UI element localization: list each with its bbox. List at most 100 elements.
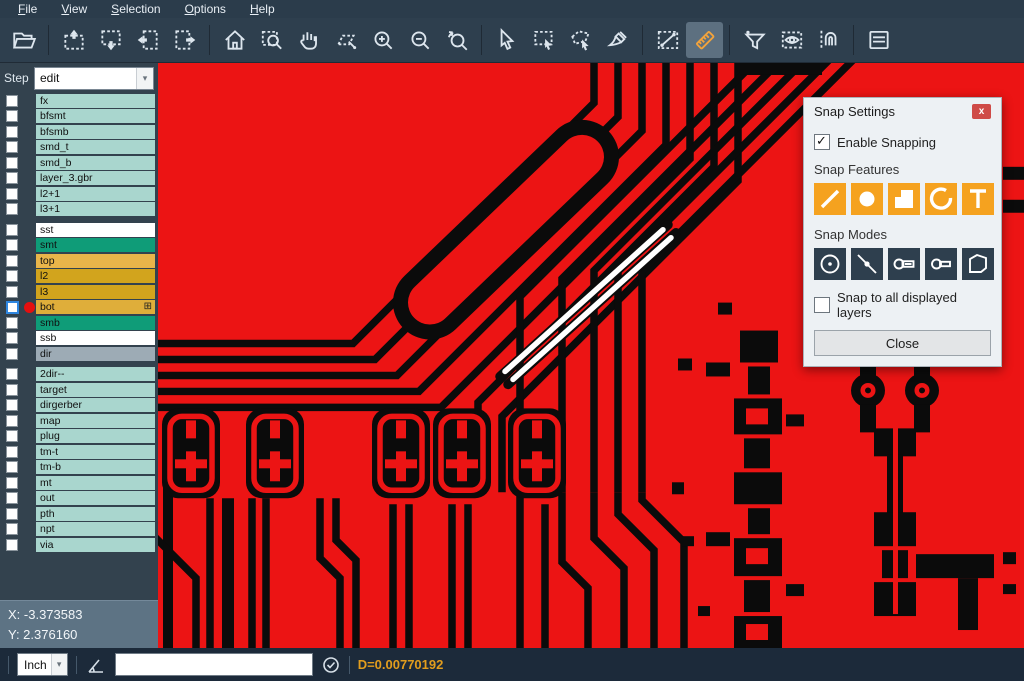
layer-name[interactable]: out bbox=[36, 491, 155, 505]
layer-checkbox[interactable] bbox=[6, 430, 18, 442]
paint-select-icon[interactable] bbox=[599, 22, 636, 58]
home-view-icon[interactable] bbox=[216, 22, 253, 58]
layer-name[interactable]: bot⊞ bbox=[36, 300, 155, 314]
layer-checkbox[interactable] bbox=[6, 255, 18, 267]
layer-checkbox[interactable] bbox=[6, 368, 18, 380]
zoom-previous-icon[interactable] bbox=[438, 22, 475, 58]
layer-name[interactable]: dir bbox=[36, 347, 155, 361]
layer-checkbox[interactable] bbox=[6, 224, 18, 236]
select-arrow-icon[interactable] bbox=[488, 22, 525, 58]
command-input[interactable] bbox=[115, 653, 313, 676]
layer-checkbox[interactable] bbox=[6, 348, 18, 360]
zoom-window-icon[interactable] bbox=[253, 22, 290, 58]
layer-name[interactable]: sst bbox=[36, 223, 155, 237]
filter-icon[interactable] bbox=[736, 22, 773, 58]
unit-select[interactable]: Inch ▾ bbox=[17, 653, 68, 676]
enable-snapping-checkbox[interactable] bbox=[814, 134, 830, 150]
measure-distance-icon[interactable] bbox=[649, 22, 686, 58]
snap-mode-midpoint-button[interactable] bbox=[851, 248, 883, 280]
layer-name[interactable]: l2+1 bbox=[36, 187, 155, 201]
pan-hand-icon[interactable] bbox=[290, 22, 327, 58]
layer-name[interactable]: layer_3.gbr bbox=[36, 171, 155, 185]
snap-feature-text-button[interactable] bbox=[962, 183, 994, 215]
layer-name[interactable]: fx bbox=[36, 94, 155, 108]
layer-checkbox[interactable] bbox=[6, 286, 18, 298]
snap-mode-region-button[interactable] bbox=[962, 248, 994, 280]
snap-indicator-icon[interactable] bbox=[321, 655, 341, 675]
layer-name[interactable]: 2dir-- bbox=[36, 367, 155, 381]
layer-checkbox[interactable] bbox=[6, 446, 18, 458]
snap-feature-pad-button[interactable] bbox=[851, 183, 883, 215]
layer-checkbox[interactable] bbox=[6, 539, 18, 551]
snap-feature-arc-button[interactable] bbox=[925, 183, 957, 215]
layer-name[interactable]: target bbox=[36, 383, 155, 397]
snap-all-layers-checkbox[interactable] bbox=[814, 297, 830, 313]
menu-help[interactable]: Help bbox=[240, 1, 285, 18]
layer-checkbox[interactable] bbox=[6, 270, 18, 282]
snap-feature-surface-button[interactable] bbox=[888, 183, 920, 215]
layer-checkbox[interactable] bbox=[6, 95, 18, 107]
view-options-icon[interactable] bbox=[773, 22, 810, 58]
layer-name[interactable]: l3 bbox=[36, 285, 155, 299]
menu-selection[interactable]: Selection bbox=[101, 1, 170, 18]
layer-name[interactable]: l3+1 bbox=[36, 202, 155, 216]
chevron-down-icon[interactable]: ▾ bbox=[136, 68, 153, 89]
layer-checkbox[interactable] bbox=[6, 188, 18, 200]
layer-checkbox[interactable] bbox=[6, 110, 18, 122]
layer-form-icon[interactable] bbox=[860, 22, 897, 58]
menu-file[interactable]: File bbox=[8, 1, 47, 18]
layer-name[interactable]: via bbox=[36, 538, 155, 552]
shift-down-icon[interactable] bbox=[92, 22, 129, 58]
layer-name[interactable]: pth bbox=[36, 507, 155, 521]
layer-checkbox[interactable] bbox=[6, 492, 18, 504]
zoom-object-icon[interactable] bbox=[327, 22, 364, 58]
layer-name[interactable]: smd_b bbox=[36, 156, 155, 170]
layer-checkbox[interactable] bbox=[6, 157, 18, 169]
layer-name[interactable]: dirgerber bbox=[36, 398, 155, 412]
layer-checkbox[interactable] bbox=[6, 203, 18, 215]
layer-name[interactable]: tm-b bbox=[36, 460, 155, 474]
layer-name[interactable]: l2 bbox=[36, 269, 155, 283]
layer-checkbox[interactable] bbox=[6, 317, 18, 329]
layer-name[interactable]: smb bbox=[36, 316, 155, 330]
snap-mode-pad-entry-button[interactable] bbox=[888, 248, 920, 280]
zoom-out-icon[interactable] bbox=[401, 22, 438, 58]
layer-checkbox[interactable] bbox=[6, 477, 18, 489]
layer-checkbox[interactable] bbox=[6, 239, 18, 251]
open-folder-icon[interactable] bbox=[5, 22, 42, 58]
layer-checkbox[interactable] bbox=[6, 508, 18, 520]
shift-up-icon[interactable] bbox=[55, 22, 92, 58]
layer-checkbox[interactable] bbox=[6, 172, 18, 184]
step-select[interactable]: edit ▾ bbox=[34, 67, 154, 90]
ruler-measure-icon[interactable] bbox=[686, 22, 723, 58]
select-polygon-icon[interactable] bbox=[562, 22, 599, 58]
angle-measure-icon[interactable] bbox=[85, 655, 107, 675]
layer-checkbox[interactable] bbox=[6, 141, 18, 153]
snap-icon[interactable] bbox=[810, 22, 847, 58]
close-button[interactable]: Close bbox=[814, 330, 991, 356]
layer-checkbox[interactable] bbox=[6, 332, 18, 344]
layer-name[interactable]: smt bbox=[36, 238, 155, 252]
snap-mode-center-button[interactable] bbox=[814, 248, 846, 280]
shift-left-icon[interactable] bbox=[129, 22, 166, 58]
layer-name[interactable]: ssb bbox=[36, 331, 155, 345]
snap-feature-line-button[interactable] bbox=[814, 183, 846, 215]
layer-name[interactable]: bfsmt bbox=[36, 109, 155, 123]
layer-checkbox[interactable] bbox=[6, 415, 18, 427]
layer-checkbox[interactable] bbox=[6, 301, 19, 314]
shift-right-icon[interactable] bbox=[166, 22, 203, 58]
layer-name[interactable]: bfsmb bbox=[36, 125, 155, 139]
layer-checkbox[interactable] bbox=[6, 126, 18, 138]
chevron-down-icon[interactable]: ▾ bbox=[51, 654, 67, 675]
layer-name[interactable]: map bbox=[36, 414, 155, 428]
layer-name[interactable]: mt bbox=[36, 476, 155, 490]
menu-options[interactable]: Options bbox=[175, 1, 236, 18]
layer-name[interactable]: top bbox=[36, 254, 155, 268]
snap-mode-pad-exit-button[interactable] bbox=[925, 248, 957, 280]
layer-checkbox[interactable] bbox=[6, 399, 18, 411]
close-icon[interactable]: x bbox=[972, 104, 991, 119]
menu-view[interactable]: View bbox=[51, 1, 97, 18]
layer-name[interactable]: tm-t bbox=[36, 445, 155, 459]
layer-checkbox[interactable] bbox=[6, 384, 18, 396]
zoom-in-icon[interactable] bbox=[364, 22, 401, 58]
